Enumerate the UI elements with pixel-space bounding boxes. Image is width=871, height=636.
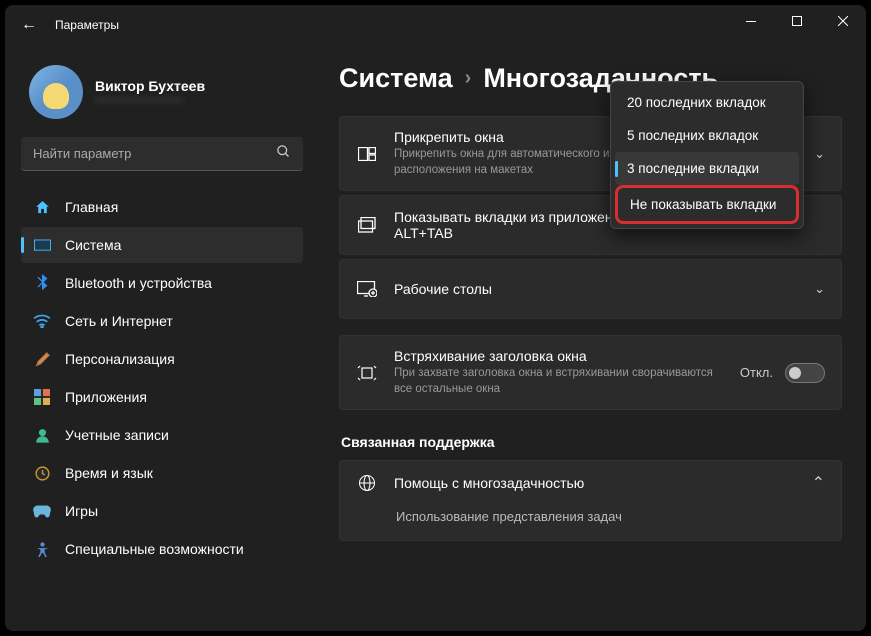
card-title: Помощь с многозадачностью	[394, 475, 796, 491]
sidebar-item-label: Время и язык	[65, 465, 153, 481]
sidebar-item-label: Приложения	[65, 389, 147, 405]
chevron-down-icon: ⌄	[814, 146, 825, 162]
card-shake[interactable]: Встряхивание заголовка окна При захвате …	[339, 335, 842, 410]
acct-icon	[33, 426, 51, 444]
alt-tab-dropdown[interactable]: 20 последних вкладок5 последних вкладок3…	[610, 81, 804, 229]
desktops-icon	[356, 281, 378, 297]
sidebar-item-acct[interactable]: Учетные записи	[21, 417, 303, 453]
pers-icon	[33, 350, 51, 368]
profile-sub: ————————	[95, 94, 205, 106]
toggle-state: Откл.	[740, 365, 773, 380]
shake-icon	[356, 364, 378, 382]
back-icon[interactable]: ←	[21, 16, 37, 34]
sidebar-item-time[interactable]: Время и язык	[21, 455, 303, 491]
snap-icon	[356, 147, 378, 161]
card-sub: При захвате заголовка окна и встряхивани…	[394, 365, 724, 397]
profile-block[interactable]: Виктор Бухтеев ————————	[21, 53, 303, 137]
bt-icon	[33, 274, 51, 292]
sidebar-item-home[interactable]: Главная	[21, 189, 303, 225]
sidebar-item-label: Главная	[65, 199, 118, 215]
maximize-button[interactable]	[774, 5, 820, 37]
game-icon	[33, 502, 51, 520]
dropdown-option[interactable]: 20 последних вкладок	[615, 86, 799, 119]
sidebar-item-access[interactable]: Специальные возможности	[21, 531, 303, 567]
sidebar-item-game[interactable]: Игры	[21, 493, 303, 529]
globe-icon	[356, 474, 378, 492]
chevron-up-icon: ⌃	[812, 473, 825, 493]
net-icon	[33, 312, 51, 330]
sidebar-item-net[interactable]: Сеть и Интернет	[21, 303, 303, 339]
home-icon	[33, 198, 51, 216]
sidebar-item-label: Персонализация	[65, 351, 175, 367]
avatar	[29, 65, 83, 119]
support-heading: Связанная поддержка	[341, 434, 842, 450]
chevron-down-icon: ⌄	[814, 281, 825, 297]
search-input[interactable]	[33, 146, 276, 161]
sidebar-item-label: Система	[65, 237, 121, 253]
dropdown-option[interactable]: 3 последние вкладки	[615, 152, 799, 185]
window-title: Параметры	[55, 18, 119, 32]
sidebar-item-apps[interactable]: Приложения	[21, 379, 303, 415]
search-icon	[276, 144, 291, 164]
system-icon	[33, 236, 51, 254]
shake-toggle[interactable]	[785, 363, 825, 383]
time-icon	[33, 464, 51, 482]
chevron-right-icon: ›	[465, 67, 472, 90]
sidebar-item-label: Игры	[65, 503, 98, 519]
dropdown-option[interactable]: 5 последних вкладок	[615, 119, 799, 152]
card-desktops[interactable]: Рабочие столы ⌄	[339, 259, 842, 319]
card-help[interactable]: Помощь с многозадачностью ⌃ Использовани…	[339, 460, 842, 541]
breadcrumb-root[interactable]: Система	[339, 63, 453, 94]
sidebar-item-pers[interactable]: Персонализация	[21, 341, 303, 377]
sidebar-item-label: Bluetooth и устройства	[65, 275, 212, 291]
sidebar-item-label: Учетные записи	[65, 427, 169, 443]
dropdown-option[interactable]: Не показывать вкладки	[615, 185, 799, 224]
sidebar-item-label: Специальные возможности	[65, 541, 244, 557]
access-icon	[33, 540, 51, 558]
apps-icon	[33, 388, 51, 406]
card-title: Рабочие столы	[394, 281, 798, 297]
sidebar-item-label: Сеть и Интернет	[65, 313, 173, 329]
close-button[interactable]	[820, 5, 866, 37]
minimize-button[interactable]	[728, 5, 774, 37]
profile-name: Виктор Бухтеев	[95, 78, 205, 94]
windows-icon	[356, 217, 378, 233]
sidebar-item-system[interactable]: Система	[21, 227, 303, 263]
sidebar-item-bt[interactable]: Bluetooth и устройства	[21, 265, 303, 301]
help-subitem[interactable]: Использование представления задач	[356, 499, 825, 528]
search-box[interactable]	[21, 137, 303, 171]
card-title: Встряхивание заголовка окна	[394, 348, 724, 364]
